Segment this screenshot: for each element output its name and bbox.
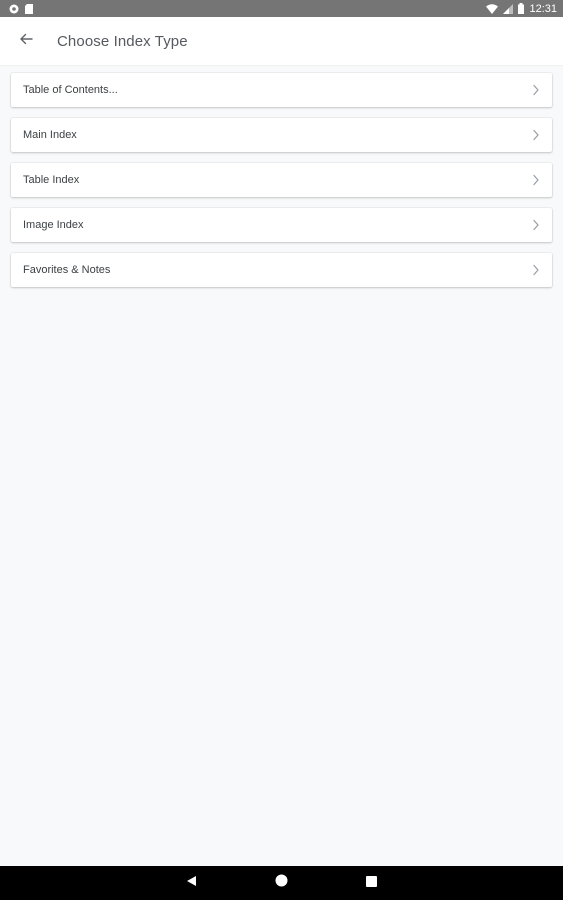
settings-notification-icon <box>9 4 19 14</box>
back-button[interactable] <box>10 25 42 57</box>
home-circle-icon <box>275 874 288 892</box>
list-item-table-of-contents[interactable]: Table of Contents... <box>11 73 552 107</box>
list-item-label: Image Index <box>23 219 84 231</box>
chevron-right-icon <box>526 215 546 235</box>
wifi-icon <box>486 3 499 14</box>
sd-card-icon <box>25 3 33 14</box>
back-triangle-icon <box>186 874 198 892</box>
status-bar: 12:31 <box>0 0 563 17</box>
chevron-right-icon <box>526 80 546 100</box>
chevron-right-icon <box>526 125 546 145</box>
cell-signal-icon <box>503 3 514 14</box>
status-bar-right: 12:31 <box>486 3 563 15</box>
list-item-table-index[interactable]: Table Index <box>11 163 552 197</box>
list-item-label: Table Index <box>23 174 80 186</box>
list-item-main-index[interactable]: Main Index <box>11 118 552 152</box>
chevron-right-icon <box>526 170 546 190</box>
list-item-label: Table of Contents... <box>23 84 118 96</box>
list-item-favorites-notes[interactable]: Favorites & Notes <box>11 253 552 287</box>
page-title: Choose Index Type <box>57 32 188 50</box>
status-time: 12:31 <box>529 2 557 15</box>
battery-icon <box>518 3 525 14</box>
list-item-label: Main Index <box>23 129 77 141</box>
list-item-image-index[interactable]: Image Index <box>11 208 552 242</box>
arrow-back-icon <box>19 32 33 51</box>
nav-recents-button[interactable] <box>361 872 383 894</box>
navigation-bar <box>0 866 563 900</box>
index-type-list: Table of Contents... Main Index Table In… <box>11 73 552 298</box>
nav-back-button[interactable] <box>181 872 203 894</box>
list-item-label: Favorites & Notes <box>23 264 111 276</box>
nav-home-button[interactable] <box>271 872 293 894</box>
recents-square-icon <box>366 874 377 892</box>
status-bar-left <box>0 3 33 14</box>
chevron-right-icon <box>526 260 546 280</box>
app-bar: Choose Index Type <box>0 17 563 65</box>
